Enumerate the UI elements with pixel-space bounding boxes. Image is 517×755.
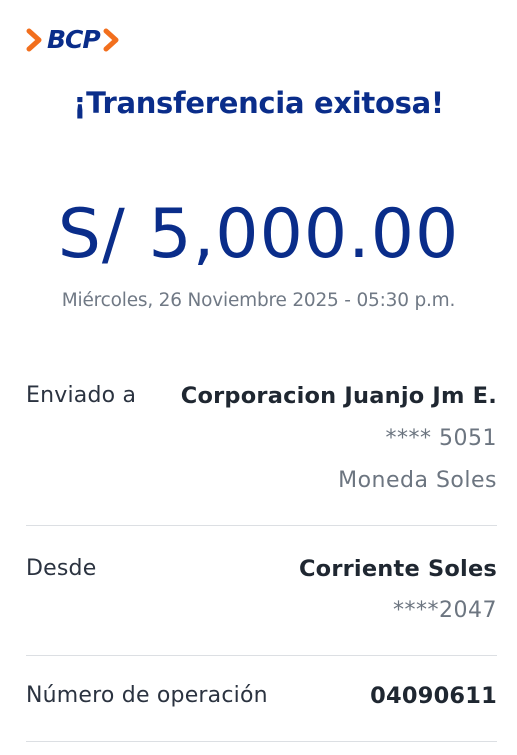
source-account: ****2047	[393, 598, 497, 623]
transfer-amount: S/ 5,000.00	[57, 195, 460, 274]
operation-label: Número de operación	[26, 683, 268, 708]
divider	[26, 655, 497, 656]
sent-to-label: Enviado a	[26, 383, 137, 408]
chevron-right-icon	[103, 28, 119, 52]
recipient-currency: Moneda Soles	[338, 468, 497, 493]
divider	[26, 525, 497, 526]
brand-name: BCP	[47, 25, 101, 54]
recipient-account: **** 5051	[385, 426, 497, 451]
transfer-datetime: Miércoles, 26 Noviembre 2025 - 05:30 p.m…	[61, 290, 456, 311]
divider	[26, 741, 497, 742]
source-account-name: Corriente Soles	[298, 556, 497, 582]
operation-number: 04090611	[370, 683, 497, 709]
bcp-logo: BCP	[26, 24, 121, 56]
recipient-name: Corporacion Juanjo Jm E.	[180, 383, 497, 409]
chevron-right-icon	[26, 28, 42, 52]
from-label: Desde	[26, 556, 97, 581]
page-title: ¡Transferencia exitosa!	[73, 86, 444, 120]
